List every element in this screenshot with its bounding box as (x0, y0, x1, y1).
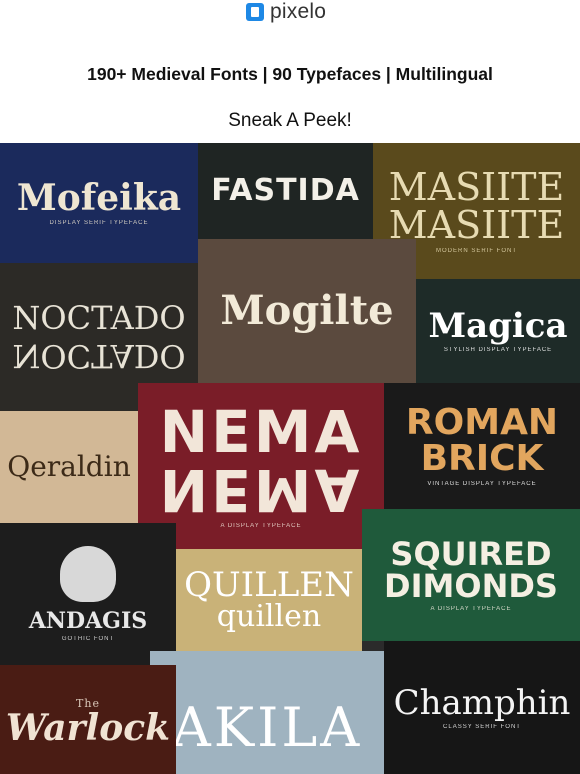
tile-tag: Classy Serif Font (443, 723, 521, 730)
tile-squired-dimonds: SQUIRED DIMONDS A Display Typeface (362, 509, 580, 641)
tile-tag: Gothic Font (61, 636, 115, 642)
font-collage-image[interactable]: Mofeika Display Serif Typeface FASTIDA M… (0, 143, 580, 774)
tile-fastida: FASTIDA (198, 143, 373, 239)
tile-quillen: QUILLEN quillen (176, 549, 362, 651)
subhead: Sneak A Peek! (228, 110, 352, 131)
tile-name-2: DIMONDS (384, 567, 558, 605)
tile-tag: The (76, 697, 100, 710)
tile-tag: Stylish Display Typeface (443, 347, 553, 353)
tile-name: Mofeika (16, 177, 182, 219)
tile-name: QUILLEN (184, 565, 354, 605)
tile-name: NOCTADO (12, 299, 186, 337)
tile-name: Champhin (393, 682, 571, 723)
tile-name-mirrored: NOCTADO (12, 337, 186, 375)
tile-name-mirrored: NEMA (159, 456, 363, 524)
tile-name: FASTIDA (211, 173, 360, 208)
skull-illustration-icon (60, 546, 116, 602)
tile-magica: Magica Stylish Display Typeface (416, 279, 580, 383)
pixelo-logo-icon (246, 3, 264, 21)
tile-roman-brick: ROMAN BRICK Vintage Display Typeface (384, 383, 580, 509)
tile-name: AKILA (171, 695, 363, 759)
tile-name: NEMA (159, 398, 363, 466)
tile-champhin: Champhin Classy Serif Font (384, 641, 580, 774)
tile-mogilte: Mogilte (198, 239, 416, 383)
pixelo-logo[interactable]: pixelo (246, 0, 326, 24)
headline: 190+ Medieval Fonts | 90 Typefaces | Mul… (87, 64, 493, 84)
header: pixelo (0, 0, 580, 30)
tile-name-2: BRICK (420, 438, 544, 479)
tile-name: Warlock (5, 707, 171, 749)
tile-name: ANDAGIS (28, 608, 148, 634)
tile-tag: Modern Serif Font (436, 248, 517, 254)
tile-name: MASIITE (388, 165, 565, 209)
tile-name: Magica (428, 306, 568, 346)
tile-name: SQUIRED (390, 535, 552, 573)
tile-warlock: The Warlock (0, 665, 176, 774)
tile-name: Mogilte (220, 287, 394, 334)
tile-name: ROMAN (405, 402, 559, 443)
brand-name: pixelo (270, 0, 327, 23)
tile-tag: Vintage Display Typeface (427, 481, 537, 487)
tile-tag: Display Serif Typeface (49, 220, 149, 226)
tile-tag: A Display Typeface (430, 606, 512, 612)
tile-andagis: ANDAGIS Gothic Font (0, 523, 176, 665)
tile-mofeika: Mofeika Display Serif Typeface (0, 143, 198, 263)
tile-akila: AKILA (150, 651, 384, 774)
tile-qeraldin: Qeraldin (0, 411, 138, 523)
tile-tag: A Display Typeface (220, 523, 302, 529)
tile-name: Qeraldin (7, 450, 131, 483)
tile-name-2: quillen (216, 599, 322, 634)
